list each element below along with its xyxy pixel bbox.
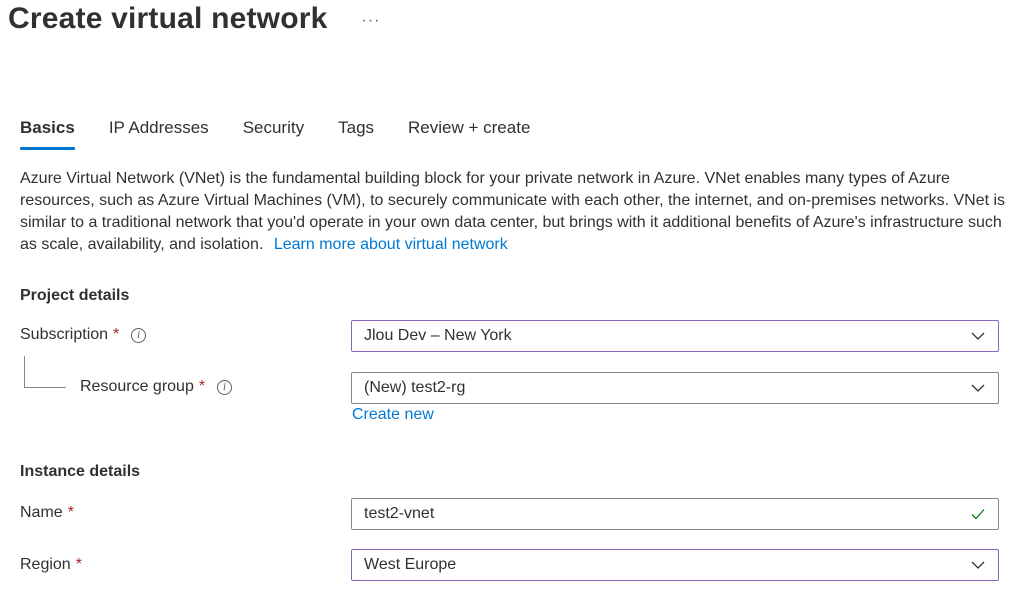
region-label-text: Region: [20, 556, 71, 573]
tab-basics[interactable]: Basics: [20, 118, 75, 150]
chevron-down-icon: [971, 384, 985, 392]
subscription-label-text: Subscription: [20, 326, 109, 343]
resource-group-dropdown[interactable]: (New) test2-rg: [351, 372, 999, 404]
title-row: Create virtual network ···: [8, 2, 381, 36]
required-mark: *: [113, 326, 120, 343]
info-icon[interactable]: i: [217, 379, 233, 395]
chevron-down-icon: [971, 332, 985, 340]
name-input[interactable]: test2-vnet: [351, 498, 999, 530]
region-value: West Europe: [364, 556, 457, 573]
resource-group-value: (New) test2-rg: [364, 379, 466, 396]
region-label: Region *: [20, 556, 82, 574]
create-new-link[interactable]: Create new: [352, 406, 434, 424]
description: Azure Virtual Network (VNet) is the fund…: [20, 168, 1010, 256]
more-icon[interactable]: ···: [362, 13, 381, 29]
create-vnet-page: Create virtual network ··· Basics IP Add…: [0, 0, 1024, 598]
tab-tags[interactable]: Tags: [338, 118, 374, 150]
checkmark-icon: [971, 509, 985, 520]
resource-group-label-text: Resource group: [80, 378, 194, 395]
tab-security[interactable]: Security: [243, 118, 304, 150]
info-icon[interactable]: i: [131, 327, 147, 343]
required-mark: *: [67, 504, 74, 521]
tab-review-create[interactable]: Review + create: [408, 118, 530, 150]
instance-details-heading: Instance details: [20, 463, 141, 480]
subscription-value: Jlou Dev – New York: [364, 327, 512, 344]
page-title: Create virtual network: [8, 2, 328, 35]
subscription-label: Subscription * i: [20, 326, 147, 344]
region-dropdown[interactable]: West Europe: [351, 549, 999, 581]
resource-group-label: Resource group * i: [80, 378, 233, 396]
chevron-down-icon: [971, 561, 985, 569]
tab-ip-addresses[interactable]: IP Addresses: [109, 118, 209, 150]
name-label: Name *: [20, 504, 74, 522]
required-mark: *: [75, 556, 82, 573]
required-mark: *: [198, 378, 206, 395]
tree-connector: [24, 356, 66, 388]
name-label-text: Name: [20, 504, 63, 521]
description-text: Azure Virtual Network (VNet) is the fund…: [20, 170, 1006, 253]
learn-more-link[interactable]: Learn more about virtual network: [274, 236, 508, 253]
name-value: test2-vnet: [364, 505, 435, 522]
tab-bar: Basics IP Addresses Security Tags Review…: [20, 118, 564, 150]
subscription-dropdown[interactable]: Jlou Dev – New York: [351, 320, 999, 352]
project-details-heading: Project details: [20, 287, 130, 304]
